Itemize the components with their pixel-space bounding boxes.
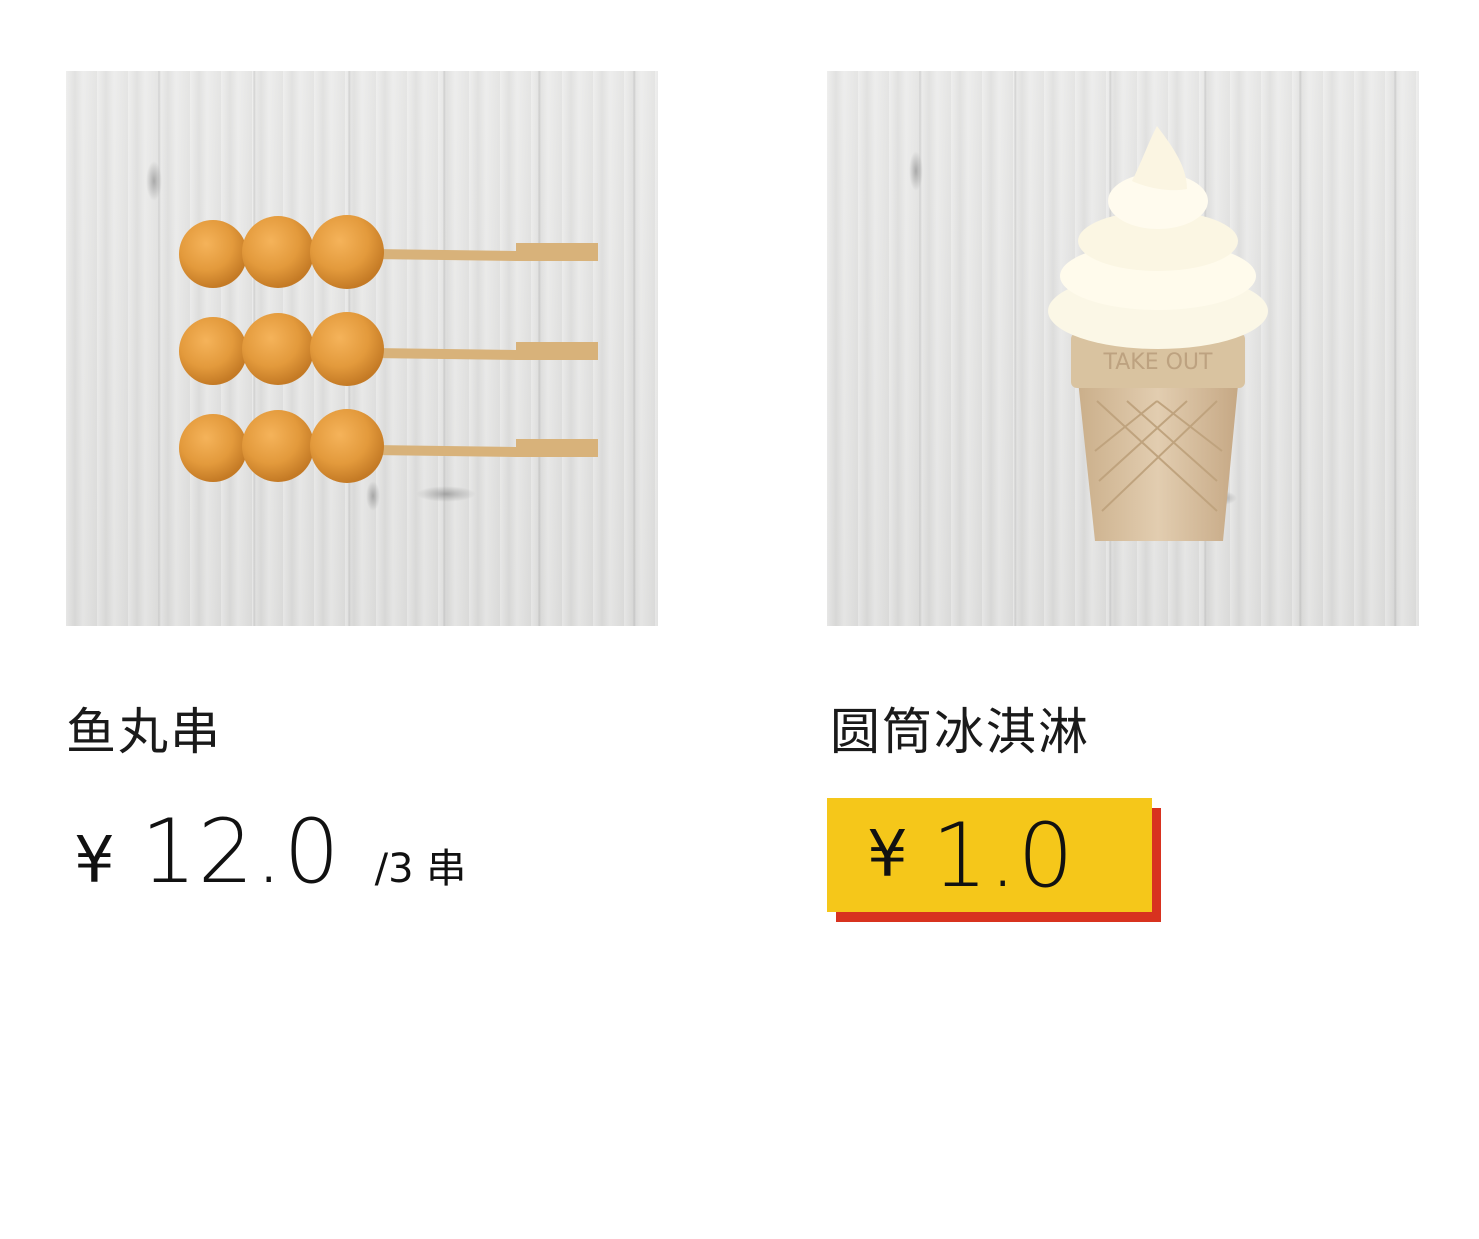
price-fish-balls: ¥ 12.0 /3 串 (74, 800, 467, 903)
currency-symbol: ¥ (867, 818, 908, 892)
skewer-1 (179, 215, 598, 289)
price-tag-ice-cream: ¥ 1.0 (827, 798, 1161, 922)
fish-ball-skewers-image (66, 71, 658, 626)
price-tag-face: ¥ 1.0 (827, 798, 1152, 912)
product-name-ice-cream: 圆筒冰淇淋 (830, 703, 1090, 761)
svg-text:TAKE OUT: TAKE OUT (1103, 350, 1214, 375)
skewer-2 (179, 312, 598, 386)
skewer-3 (179, 409, 598, 483)
price-unit: /3 串 (374, 846, 467, 892)
product-name-fish-balls: 鱼丸串 (66, 703, 222, 761)
price-amount: 1.0 (931, 803, 1075, 907)
price-amount: 12.0 (140, 800, 341, 903)
currency-symbol: ¥ (74, 824, 115, 898)
ice-cream-cone-image: TAKE OUT (827, 71, 1419, 626)
